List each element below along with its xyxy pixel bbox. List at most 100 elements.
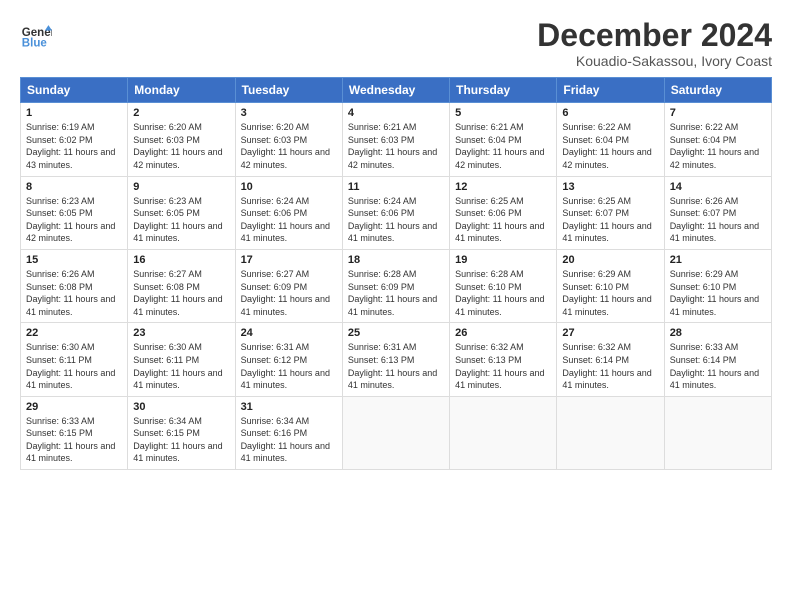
sunset-label: Sunset: 6:08 PM [133,282,200,292]
daylight-label: Daylight: 11 hours and 42 minutes. [348,147,437,170]
daylight-label: Daylight: 11 hours and 41 minutes. [348,294,437,317]
sunrise-label: Sunrise: 6:20 AM [241,122,310,132]
sunrise-label: Sunrise: 6:33 AM [26,416,95,426]
sunset-label: Sunset: 6:15 PM [26,428,93,438]
sunset-label: Sunset: 6:08 PM [26,282,93,292]
calendar-week-4: 22 Sunrise: 6:30 AM Sunset: 6:11 PM Dayl… [21,323,772,396]
day-number: 1 [26,107,122,119]
calendar-cell: 16 Sunrise: 6:27 AM Sunset: 6:08 PM Dayl… [128,249,235,322]
day-info: Sunrise: 6:27 AM Sunset: 6:08 PM Dayligh… [133,268,229,318]
sunrise-label: Sunrise: 6:32 AM [562,342,631,352]
daylight-label: Daylight: 11 hours and 41 minutes. [348,221,437,244]
sunset-label: Sunset: 6:12 PM [241,355,308,365]
day-number: 2 [133,107,229,119]
daylight-label: Daylight: 11 hours and 41 minutes. [133,221,222,244]
calendar-cell: 28 Sunrise: 6:33 AM Sunset: 6:14 PM Dayl… [664,323,771,396]
sunrise-label: Sunrise: 6:22 AM [562,122,631,132]
sunrise-label: Sunrise: 6:23 AM [133,196,202,206]
day-info: Sunrise: 6:24 AM Sunset: 6:06 PM Dayligh… [241,195,337,245]
daylight-label: Daylight: 11 hours and 42 minutes. [455,147,544,170]
calendar-cell: 18 Sunrise: 6:28 AM Sunset: 6:09 PM Dayl… [342,249,449,322]
calendar-cell: 21 Sunrise: 6:29 AM Sunset: 6:10 PM Dayl… [664,249,771,322]
calendar-cell: 1 Sunrise: 6:19 AM Sunset: 6:02 PM Dayli… [21,103,128,176]
sunset-label: Sunset: 6:13 PM [455,355,522,365]
daylight-label: Daylight: 11 hours and 41 minutes. [455,221,544,244]
day-info: Sunrise: 6:26 AM Sunset: 6:08 PM Dayligh… [26,268,122,318]
sunrise-label: Sunrise: 6:21 AM [348,122,417,132]
day-number: 18 [348,254,444,266]
daylight-label: Daylight: 11 hours and 42 minutes. [670,147,759,170]
daylight-label: Daylight: 11 hours and 41 minutes. [455,368,544,391]
daylight-label: Daylight: 11 hours and 42 minutes. [133,147,222,170]
day-info: Sunrise: 6:24 AM Sunset: 6:06 PM Dayligh… [348,195,444,245]
sunrise-label: Sunrise: 6:34 AM [133,416,202,426]
calendar-cell [664,396,771,469]
daylight-label: Daylight: 11 hours and 41 minutes. [133,294,222,317]
weekday-header-saturday: Saturday [664,78,771,103]
daylight-label: Daylight: 11 hours and 41 minutes. [562,368,651,391]
day-number: 27 [562,327,658,339]
day-info: Sunrise: 6:20 AM Sunset: 6:03 PM Dayligh… [133,121,229,171]
sunset-label: Sunset: 6:10 PM [562,282,629,292]
daylight-label: Daylight: 11 hours and 42 minutes. [562,147,651,170]
calendar-cell: 14 Sunrise: 6:26 AM Sunset: 6:07 PM Dayl… [664,176,771,249]
day-number: 11 [348,181,444,193]
sunrise-label: Sunrise: 6:31 AM [241,342,310,352]
day-info: Sunrise: 6:28 AM Sunset: 6:09 PM Dayligh… [348,268,444,318]
daylight-label: Daylight: 11 hours and 41 minutes. [26,441,115,464]
sunset-label: Sunset: 6:13 PM [348,355,415,365]
sunrise-label: Sunrise: 6:32 AM [455,342,524,352]
day-number: 8 [26,181,122,193]
day-number: 6 [562,107,658,119]
daylight-label: Daylight: 11 hours and 41 minutes. [241,221,330,244]
sunset-label: Sunset: 6:06 PM [455,208,522,218]
sunset-label: Sunset: 6:04 PM [562,135,629,145]
sunrise-label: Sunrise: 6:31 AM [348,342,417,352]
calendar-cell: 15 Sunrise: 6:26 AM Sunset: 6:08 PM Dayl… [21,249,128,322]
day-number: 12 [455,181,551,193]
day-info: Sunrise: 6:31 AM Sunset: 6:12 PM Dayligh… [241,341,337,391]
day-number: 3 [241,107,337,119]
day-number: 23 [133,327,229,339]
calendar-cell: 5 Sunrise: 6:21 AM Sunset: 6:04 PM Dayli… [450,103,557,176]
calendar-cell: 19 Sunrise: 6:28 AM Sunset: 6:10 PM Dayl… [450,249,557,322]
daylight-label: Daylight: 11 hours and 41 minutes. [26,368,115,391]
sunrise-label: Sunrise: 6:29 AM [562,269,631,279]
day-info: Sunrise: 6:28 AM Sunset: 6:10 PM Dayligh… [455,268,551,318]
day-number: 14 [670,181,766,193]
calendar-page: General Blue December 2024 Kouadio-Sakas… [0,0,792,612]
day-info: Sunrise: 6:34 AM Sunset: 6:15 PM Dayligh… [133,415,229,465]
day-info: Sunrise: 6:21 AM Sunset: 6:03 PM Dayligh… [348,121,444,171]
weekday-header-tuesday: Tuesday [235,78,342,103]
sunrise-label: Sunrise: 6:33 AM [670,342,739,352]
daylight-label: Daylight: 11 hours and 41 minutes. [455,294,544,317]
sunset-label: Sunset: 6:03 PM [241,135,308,145]
sunrise-label: Sunrise: 6:26 AM [670,196,739,206]
sunrise-label: Sunrise: 6:20 AM [133,122,202,132]
day-number: 24 [241,327,337,339]
daylight-label: Daylight: 11 hours and 41 minutes. [670,368,759,391]
sunrise-label: Sunrise: 6:19 AM [26,122,95,132]
sunrise-label: Sunrise: 6:22 AM [670,122,739,132]
calendar-cell: 29 Sunrise: 6:33 AM Sunset: 6:15 PM Dayl… [21,396,128,469]
day-number: 15 [26,254,122,266]
weekday-header-friday: Friday [557,78,664,103]
calendar-cell: 10 Sunrise: 6:24 AM Sunset: 6:06 PM Dayl… [235,176,342,249]
day-number: 26 [455,327,551,339]
day-info: Sunrise: 6:33 AM Sunset: 6:15 PM Dayligh… [26,415,122,465]
weekday-header-row: SundayMondayTuesdayWednesdayThursdayFrid… [21,78,772,103]
calendar-week-5: 29 Sunrise: 6:33 AM Sunset: 6:15 PM Dayl… [21,396,772,469]
sunset-label: Sunset: 6:05 PM [26,208,93,218]
page-title: December 2024 [537,18,772,53]
day-number: 22 [26,327,122,339]
day-number: 25 [348,327,444,339]
calendar-cell: 23 Sunrise: 6:30 AM Sunset: 6:11 PM Dayl… [128,323,235,396]
calendar-cell: 26 Sunrise: 6:32 AM Sunset: 6:13 PM Dayl… [450,323,557,396]
day-info: Sunrise: 6:33 AM Sunset: 6:14 PM Dayligh… [670,341,766,391]
daylight-label: Daylight: 11 hours and 41 minutes. [562,294,651,317]
calendar-cell: 6 Sunrise: 6:22 AM Sunset: 6:04 PM Dayli… [557,103,664,176]
logo-icon: General Blue [20,18,52,50]
day-info: Sunrise: 6:21 AM Sunset: 6:04 PM Dayligh… [455,121,551,171]
sunrise-label: Sunrise: 6:24 AM [348,196,417,206]
sunset-label: Sunset: 6:14 PM [562,355,629,365]
